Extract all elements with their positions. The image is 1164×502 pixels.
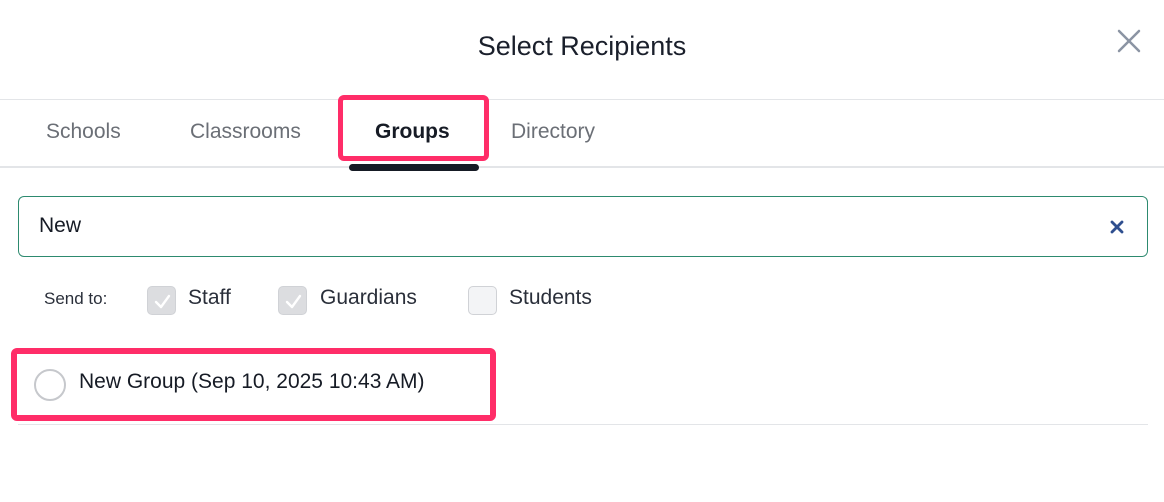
- highlight-box-tab: [338, 95, 489, 161]
- active-tab-indicator: [349, 164, 479, 171]
- students-label[interactable]: Students: [509, 286, 592, 310]
- tab-schools[interactable]: Schools: [46, 120, 121, 144]
- students-checkbox[interactable]: [468, 286, 497, 315]
- search-field[interactable]: [18, 196, 1148, 257]
- staff-checkbox[interactable]: [147, 286, 176, 315]
- close-button[interactable]: [1112, 24, 1146, 58]
- send-to-label: Send to:: [44, 289, 108, 308]
- staff-label[interactable]: Staff: [188, 286, 231, 310]
- group-label: New Group (Sep 10, 2025 10:43 AM): [79, 370, 425, 393]
- search-input[interactable]: [39, 210, 1079, 242]
- checkmark-icon: [154, 294, 171, 309]
- tab-classrooms[interactable]: Classrooms: [190, 120, 301, 144]
- guardians-label[interactable]: Guardians: [320, 286, 417, 310]
- clear-icon: [1110, 220, 1124, 234]
- clear-search-button[interactable]: [1107, 217, 1127, 237]
- modal-title: Select Recipients: [477, 31, 687, 61]
- list-item[interactable]: New Group (Sep 10, 2025 10:43 AM): [18, 352, 1148, 425]
- modal-header: Select Recipients: [0, 0, 1164, 100]
- select-recipients-modal: Select Recipients Schools Classrooms Gro…: [0, 0, 1164, 502]
- recipient-tabs: Schools Classrooms Groups Directory: [0, 95, 1164, 171]
- guardians-checkbox[interactable]: [278, 286, 307, 315]
- close-icon: [1117, 29, 1141, 53]
- group-radio[interactable]: [34, 369, 66, 401]
- checkmark-icon: [285, 294, 302, 309]
- tab-directory[interactable]: Directory: [511, 120, 595, 144]
